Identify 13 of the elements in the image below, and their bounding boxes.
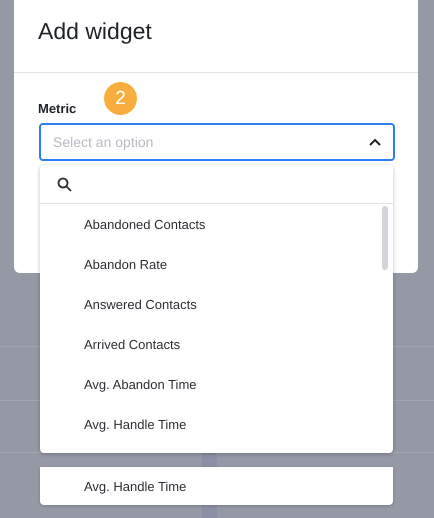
- search-icon[interactable]: [57, 176, 72, 192]
- scrollbar[interactable]: [382, 206, 388, 270]
- step-badge: 2: [104, 82, 137, 115]
- dialog-title: Add widget: [38, 17, 152, 46]
- option-item[interactable]: Avg. Abandon Time: [40, 364, 393, 404]
- option-callout[interactable]: Avg. Handle Time: [40, 467, 393, 505]
- placeholder-text: Select an option: [53, 134, 154, 150]
- option-item[interactable]: Abandoned Contacts: [40, 204, 393, 244]
- option-item[interactable]: Abandon Rate: [40, 244, 393, 284]
- option-item[interactable]: Avg. Handle Time: [40, 404, 393, 444]
- field-label: Metric: [38, 101, 76, 116]
- option-item[interactable]: Arrived Contacts: [40, 324, 393, 364]
- option-item[interactable]: Answered Contacts: [40, 284, 393, 324]
